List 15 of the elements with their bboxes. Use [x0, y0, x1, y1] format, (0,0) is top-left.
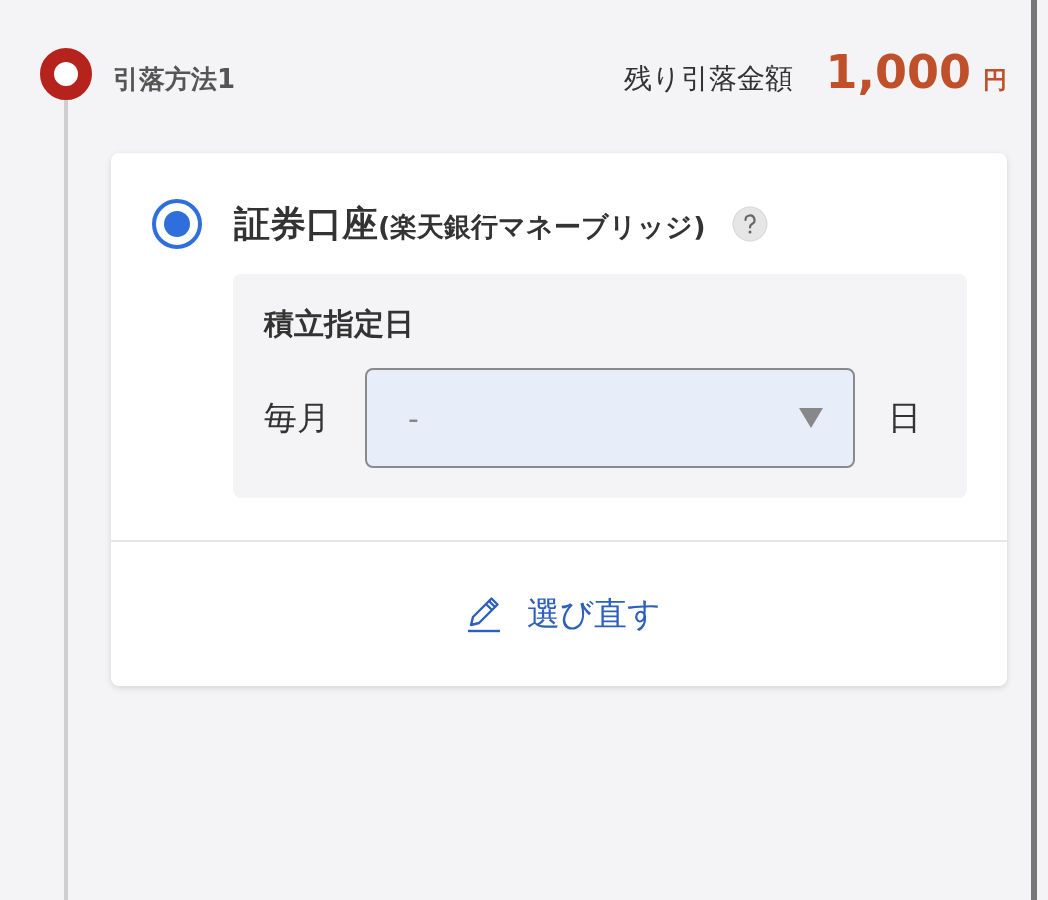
help-icon[interactable]: [731, 206, 768, 242]
step-title: 引落方法1: [113, 62, 236, 96]
option-label: 証券口座(楽天銀行マネーブリッジ): [234, 201, 706, 246]
day-unit: 日: [888, 396, 921, 439]
radio-button[interactable]: [152, 199, 202, 249]
step-ring-icon: [40, 48, 92, 100]
reselect-link[interactable]: 選び直す: [467, 591, 661, 637]
schedule-title: 積立指定日: [264, 305, 414, 343]
currency-unit: 円: [983, 65, 1007, 96]
pencil-icon: [467, 595, 501, 633]
remaining-label: 残り引落金額: [624, 61, 794, 97]
day-select[interactable]: -: [365, 368, 855, 468]
caret-icon: [799, 408, 823, 428]
remaining-amount: 1,000: [825, 45, 971, 99]
monthly-label: 毎月: [264, 396, 330, 439]
